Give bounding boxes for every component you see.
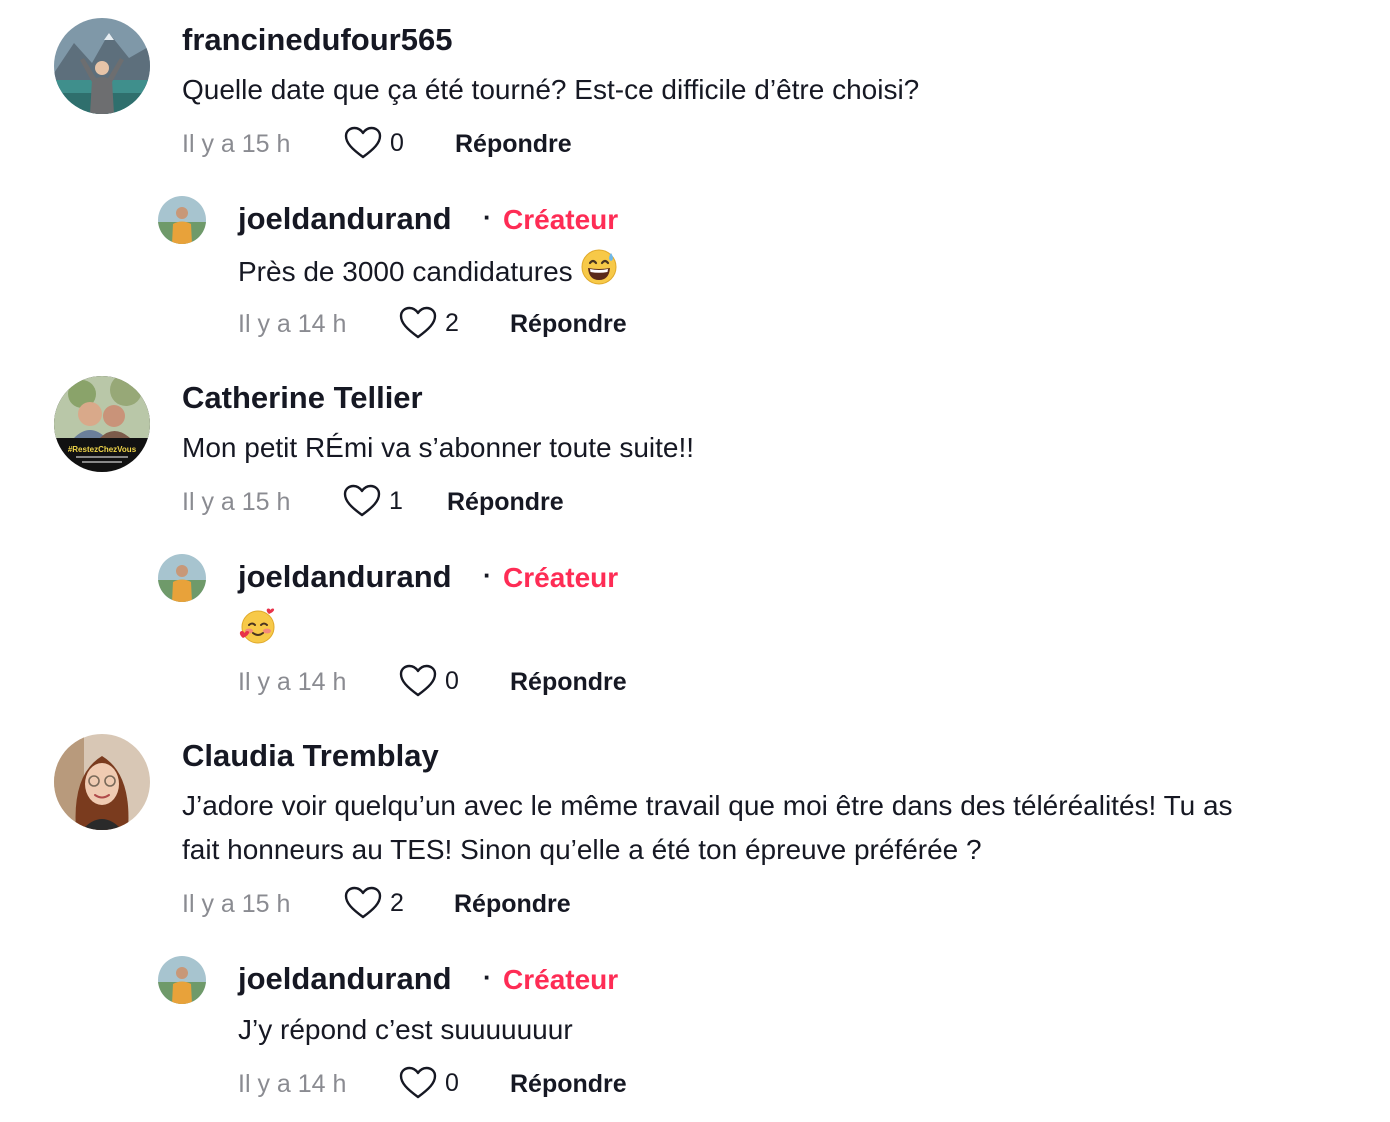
- comment-timestamp: Il y a 15 h: [182, 890, 291, 918]
- comment-text-line-2: fait honneurs au TES! Sinon qu’elle a ét…: [182, 834, 982, 865]
- comment-text: Mon petit RÉmi va s’abonner toute suite!…: [182, 432, 695, 463]
- reply-button[interactable]: Répondre: [510, 666, 627, 698]
- like-count: 1: [389, 487, 403, 515]
- comment-timestamp: Il y a 15 h: [182, 130, 291, 158]
- reply-button[interactable]: Répondre: [510, 1068, 627, 1100]
- like-button[interactable]: 0: [399, 1066, 459, 1100]
- heart-icon: [343, 484, 381, 517]
- heart-icon: [399, 664, 437, 697]
- avatar-catherine-tellier[interactable]: #RestezChezVous: [54, 376, 150, 472]
- creator-badge: Créateur: [503, 562, 619, 593]
- avatar-joeldandurand[interactable]: [158, 956, 206, 1004]
- reply-text-row: Près de 3000 candidatures: [238, 248, 618, 299]
- heart-icon: [344, 126, 382, 159]
- avatar-joeldandurand[interactable]: [158, 196, 206, 244]
- reply-text: Près de 3000 candidatures: [238, 255, 573, 287]
- grinning-sweat-emoji: [580, 248, 618, 299]
- comment-timestamp: Il y a 15 h: [182, 488, 291, 516]
- reply-timestamp: Il y a 14 h: [238, 668, 347, 696]
- heart-icon: [399, 1066, 437, 1099]
- comment-username[interactable]: Catherine Tellier: [182, 380, 423, 416]
- reply-text: J’y répond c’est suuuuuuur: [238, 1014, 573, 1045]
- comment-text: Quelle date que ça été tourné? Est-ce di…: [182, 74, 920, 105]
- comment-username[interactable]: Claudia Tremblay: [182, 738, 439, 774]
- reply-timestamp: Il y a 14 h: [238, 310, 347, 338]
- avatar-francinedufour565[interactable]: [54, 18, 150, 114]
- like-button[interactable]: 0: [344, 126, 404, 160]
- separator-dot: ·: [483, 202, 492, 232]
- avatar-hashtag: #RestezChezVous: [68, 445, 137, 454]
- creator-badge: Créateur: [503, 964, 619, 995]
- comment-username[interactable]: francinedufour565: [182, 22, 452, 58]
- creator-badge: Créateur: [503, 204, 619, 235]
- separator-dot: ·: [483, 560, 492, 590]
- reply-button[interactable]: Répondre: [510, 308, 627, 340]
- reply-button[interactable]: Répondre: [454, 888, 571, 920]
- reply-timestamp: Il y a 14 h: [238, 1070, 347, 1098]
- avatar-joeldandurand[interactable]: [158, 554, 206, 602]
- avatar-claudia-tremblay[interactable]: [54, 734, 150, 830]
- separator-dot: ·: [483, 962, 492, 992]
- reply-username[interactable]: joeldandurand: [238, 559, 452, 595]
- reply-button[interactable]: Répondre: [447, 486, 564, 518]
- like-button[interactable]: 0: [399, 664, 459, 698]
- smiling-hearts-emoji: [238, 606, 278, 651]
- reply-button[interactable]: Répondre: [455, 128, 572, 160]
- like-count: 0: [445, 1069, 459, 1097]
- heart-icon: [344, 886, 382, 919]
- like-button[interactable]: 2: [344, 886, 404, 920]
- like-count: 0: [445, 667, 459, 695]
- like-count: 2: [390, 889, 404, 917]
- like-count: 0: [390, 129, 404, 157]
- like-count: 2: [445, 309, 459, 337]
- reply-username[interactable]: joeldandurand: [238, 201, 452, 237]
- heart-icon: [399, 306, 437, 339]
- comment-text-line-1: J’adore voir quelqu’un avec le même trav…: [182, 790, 1233, 821]
- like-button[interactable]: 2: [399, 306, 459, 340]
- like-button[interactable]: 1: [343, 484, 403, 518]
- reply-username[interactable]: joeldandurand: [238, 961, 452, 997]
